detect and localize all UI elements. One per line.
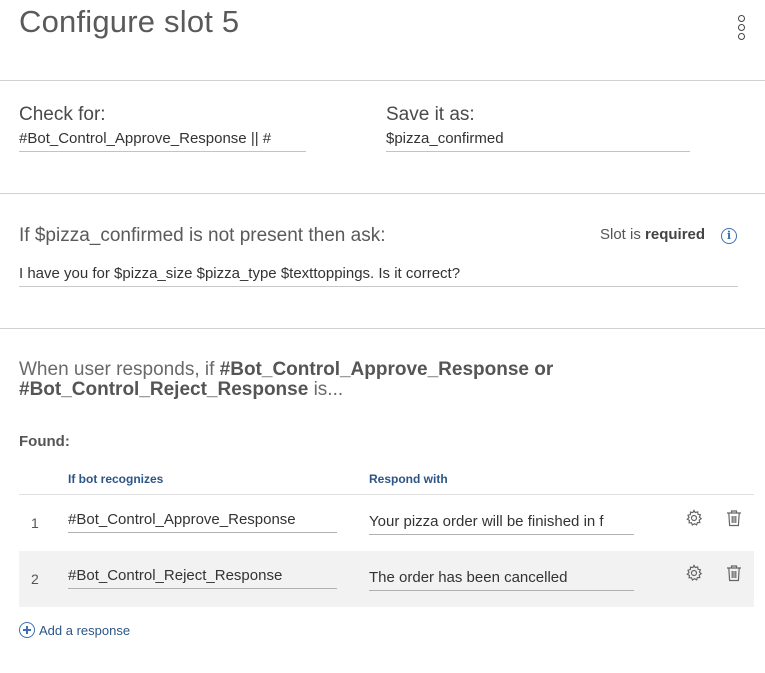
found-label: Found:: [19, 433, 70, 450]
table-row: 2 #Bot_Control_Reject_Response The order…: [19, 551, 754, 607]
slot-required-status[interactable]: Slot is required: [600, 226, 705, 243]
or-word: or: [534, 359, 554, 380]
condition-approve: #Bot_Control_Approve_Response: [219, 359, 529, 380]
slot-status-value: required: [645, 226, 706, 243]
delete-trash-icon[interactable]: [725, 564, 743, 582]
condition-reject: #Bot_Control_Reject_Response: [19, 379, 309, 400]
section-divider: [0, 193, 765, 194]
check-for-input[interactable]: #Bot_Control_Approve_Response || #: [19, 126, 306, 152]
row-number: 2: [31, 571, 39, 587]
recognizes-input[interactable]: #Bot_Control_Reject_Response: [68, 563, 337, 589]
respond-input[interactable]: The order has been cancelled: [369, 565, 634, 591]
info-icon[interactable]: i: [721, 228, 737, 244]
add-response-button[interactable]: Add a response: [19, 622, 130, 638]
check-for-label: Check for:: [19, 104, 106, 125]
recognizes-input[interactable]: #Bot_Control_Approve_Response: [68, 507, 337, 533]
col-header-recognizes: If bot recognizes: [68, 472, 164, 486]
when-suffix: is...: [313, 379, 344, 400]
row-number: 1: [31, 515, 39, 531]
prompt-input[interactable]: I have you for $pizza_size $pizza_type $…: [19, 261, 738, 287]
prompt-label: If $pizza_confirmed is not present then …: [19, 225, 386, 246]
add-response-label: Add a response: [39, 622, 131, 638]
table-row: 1 #Bot_Control_Approve_Response Your piz…: [19, 494, 754, 550]
header-divider: [0, 80, 765, 81]
overflow-menu-icon[interactable]: [734, 14, 748, 42]
page-title: Configure slot 5: [19, 4, 240, 39]
save-as-label: Save it as:: [386, 104, 475, 125]
settings-gear-icon[interactable]: [685, 509, 703, 527]
respond-input[interactable]: Your pizza order will be finished in f: [369, 509, 634, 535]
when-prefix: When user responds, if: [19, 359, 215, 380]
delete-trash-icon[interactable]: [725, 509, 743, 527]
settings-gear-icon[interactable]: [685, 564, 703, 582]
slot-status-prefix: Slot is: [600, 226, 641, 243]
col-header-respond: Respond with: [369, 472, 448, 486]
add-circle-icon: [19, 622, 35, 638]
section-divider: [0, 328, 765, 329]
save-as-input[interactable]: $pizza_confirmed: [386, 126, 690, 152]
handler-heading: When user responds, if #Bot_Control_Appr…: [19, 360, 619, 400]
